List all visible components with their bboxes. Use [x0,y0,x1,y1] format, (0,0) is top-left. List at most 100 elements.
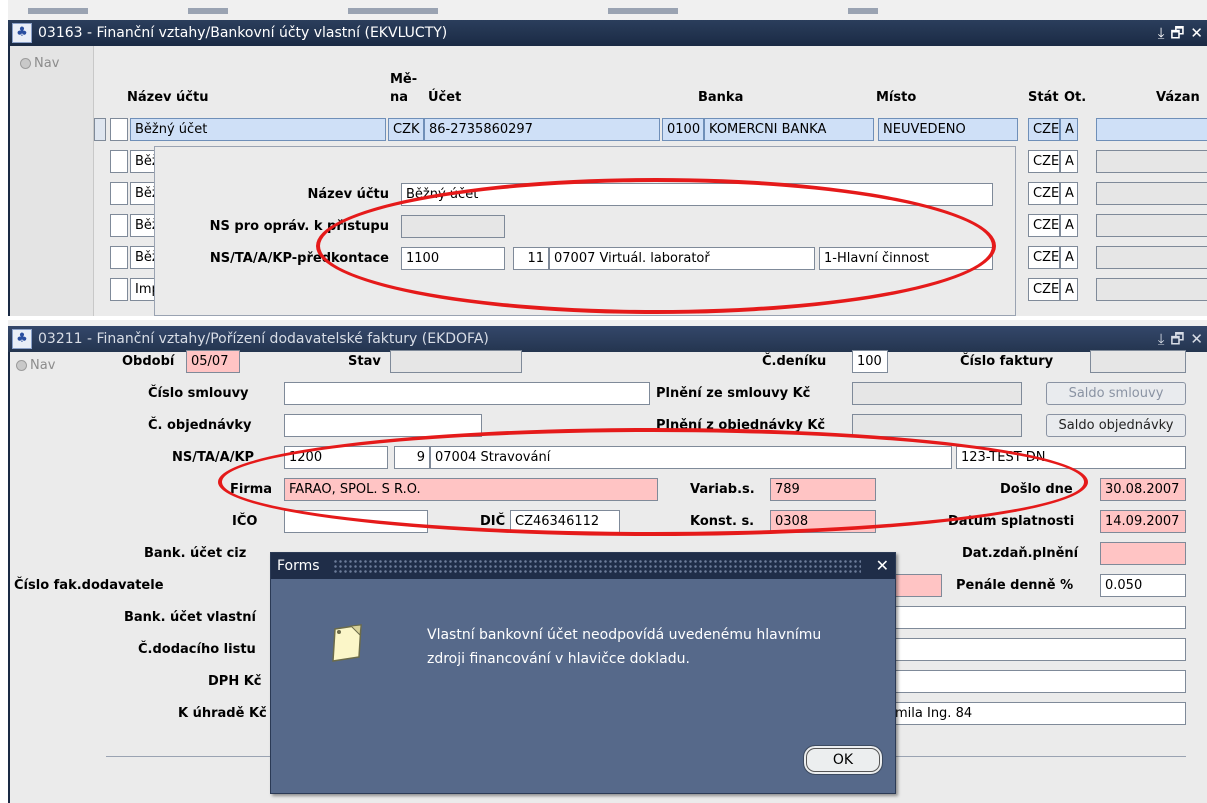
nazev-uctu-field[interactable]: Běžný účet [401,183,993,206]
nav-label: Nav [30,358,56,373]
stat-field[interactable]: CZE [1028,246,1060,269]
ot-field[interactable]: A [1060,182,1078,205]
ta-code-field[interactable]: 11 [513,247,549,270]
ot-field[interactable]: A [1060,246,1078,269]
stat-field[interactable]: CZE [1028,118,1060,141]
kp-field[interactable]: 1-Hlavní činnost [819,247,993,270]
vazan-field[interactable] [1096,182,1207,205]
ico-field[interactable] [284,510,428,533]
konst-field[interactable]: 0308 [770,510,876,533]
restore-icon[interactable]: 🗗 [1170,326,1184,352]
stav-label: Stav [348,354,381,369]
ns-code-field[interactable]: 1100 [401,247,505,270]
ot-field[interactable]: A [1060,278,1078,301]
stat-field[interactable]: CZE [1028,214,1060,237]
cislo-smlouvy-field[interactable] [284,382,650,405]
minimize-icon[interactable]: ⤓ [1158,326,1165,352]
vazan-field[interactable] [1096,246,1207,269]
vazan-field[interactable] [1096,278,1207,301]
vazan-field[interactable] [1096,214,1207,237]
stat-field[interactable]: CZE [1028,182,1060,205]
dialog-close-icon[interactable]: ✕ [876,553,889,579]
nav-radio[interactable]: Nav [16,358,55,373]
bank-ucet-ciz-label: Bank. účet ciz [144,546,247,561]
stat-field[interactable]: CZE [1028,150,1060,173]
misto-field[interactable]: NEUVEDENO [878,118,1018,141]
kp-field[interactable]: 123-TEST DN [956,446,1186,469]
ucet-field[interactable]: 86-2735860297 [424,118,660,141]
row-checkbox[interactable] [110,246,128,269]
plneni-smlouvy-label: Plnění ze smlouvy Kč [656,386,811,401]
message-line-2: zdroji financování v hlavičce dokladu. [427,651,690,667]
ns-pristup-label: NS pro opráv. k přístupu [209,219,389,234]
row-checkbox[interactable] [110,150,128,173]
variab-label: Variab.s. [690,482,755,497]
restore-icon[interactable]: 🗗 [1170,20,1184,46]
nav-radio[interactable]: Nav [20,56,59,71]
partial-pink-field[interactable] [890,574,942,597]
cislo-faktury-label: Číslo faktury [960,354,1054,369]
banka-kod-field[interactable]: 0100 [662,118,704,141]
k-uhrade-extra-field[interactable]: mila Ing. 84 [890,702,1186,725]
saldo-smlouvy-button[interactable]: Saldo smlouvy [1046,382,1186,405]
cislo-smlouvy-label: Číslo smlouvy [148,386,249,401]
plneni-smlouvy-field[interactable] [852,382,1022,405]
obdobi-field[interactable]: 05/07 [186,350,240,373]
minimize-icon[interactable]: ⤓ [1158,20,1165,46]
ns-pristup-field[interactable] [401,215,505,238]
dat-zdan-label: Dat.zdaň.plnění [962,546,1079,561]
c-dodaciho-listu-field[interactable] [890,638,1186,661]
ns-ta-label: NS/TA/A/KP [172,450,255,465]
penale-field[interactable]: 0.050 [1100,574,1186,597]
stat-field[interactable]: CZE [1028,278,1060,301]
dph-label: DPH Kč [208,674,262,689]
doslo-field[interactable]: 30.08.2007 [1100,478,1186,501]
row-checkbox[interactable] [110,118,128,141]
forms-alert-dialog: Forms ✕ Vlastní bankovní účet neodpovídá… [270,552,896,794]
dph-field[interactable] [890,670,1186,693]
window-titlebar: ♣ 03163 - Finanční vztahy/Bankovní účty … [8,20,1207,46]
cdeniku-label: Č.deníku [762,354,827,369]
ico-label: IČO [232,514,258,529]
radio-icon [20,58,31,69]
detail-popup: Název účtu Běžný účet NS pro opráv. k př… [154,146,1016,316]
stav-field[interactable] [390,350,522,373]
vazan-field[interactable] [1096,118,1207,141]
mena-field[interactable]: CZK [388,118,424,141]
row-checkbox[interactable] [110,182,128,205]
variab-field[interactable]: 789 [770,478,876,501]
firma-field[interactable]: FARAO, SPOL. S R.O. [284,478,658,501]
background-strip [8,0,1207,20]
nazev-field[interactable]: Běžný účet [130,118,386,141]
oracle-forms-icon: ♣ [12,329,32,349]
row-checkbox[interactable] [110,214,128,237]
radio-icon [16,360,27,371]
ot-field[interactable]: A [1060,214,1078,237]
c-objednavky-field[interactable] [284,414,482,437]
bank-ucet-vlastni-field[interactable] [890,606,1186,629]
obdobi-label: Období [122,354,175,369]
row-checkbox[interactable] [110,278,128,301]
dat-zdan-field[interactable] [1100,542,1186,565]
activity-field[interactable]: 07004 Stravování [430,446,952,469]
splatnost-field[interactable]: 14.09.2007 [1100,510,1186,533]
ot-field[interactable]: A [1060,118,1078,141]
vazan-field[interactable] [1096,150,1207,173]
activity-field[interactable]: 07007 Virtuál. laboratoř [549,247,815,270]
cislo-faktury-field[interactable] [1090,350,1186,373]
oracle-forms-icon: ♣ [12,23,32,43]
cdeniku-field[interactable]: 100 [852,350,888,373]
window-title: 03211 - Finanční vztahy/Pořízení dodavat… [38,331,489,347]
message-line-1: Vlastní bankovní účet neodpovídá uvedené… [427,627,822,643]
plneni-objednavky-field[interactable] [852,414,1022,437]
saldo-objednavky-button[interactable]: Saldo objednávky [1046,414,1186,437]
ot-field[interactable]: A [1060,150,1078,173]
ok-button[interactable]: OK [803,745,883,775]
ns-code-field[interactable]: 1200 [284,446,388,469]
close-icon[interactable]: ✕ [1190,326,1203,352]
dic-field[interactable]: CZ46346112 [510,510,620,533]
close-icon[interactable]: ✕ [1190,20,1203,46]
scroll-up-icon[interactable] [94,118,106,141]
ta-code-field[interactable]: 9 [394,446,430,469]
banka-field[interactable]: KOMERCNI BANKA [704,118,874,141]
